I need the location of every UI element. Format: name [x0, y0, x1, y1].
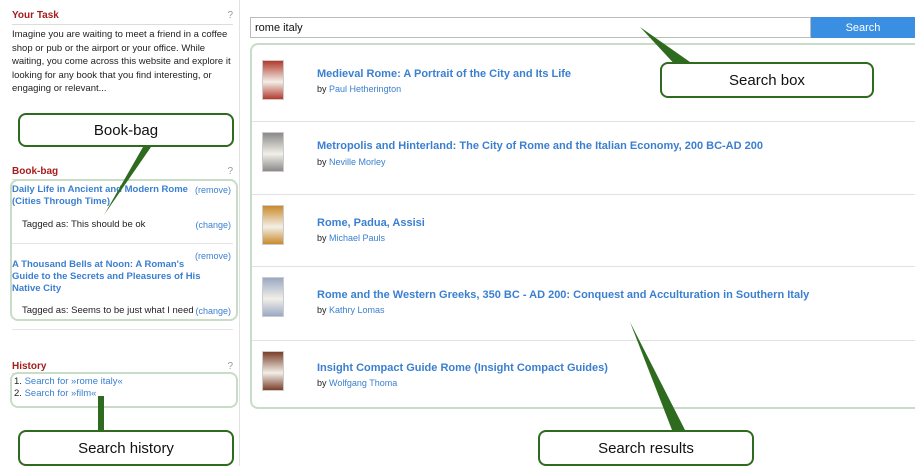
history-item: 2. Search for »film« [14, 388, 123, 400]
result-title[interactable]: Insight Compact Guide Rome (Insight Comp… [317, 362, 608, 374]
bookbag-item: Daily Life in Ancient and Modern Rome (C… [12, 184, 233, 244]
result-title[interactable]: Medieval Rome: A Portrait of the City an… [317, 68, 571, 80]
result-author-line: by Michael Pauls [317, 233, 385, 243]
history-link[interactable]: Search for »film« [25, 388, 97, 399]
divider [12, 24, 233, 25]
remove-link[interactable]: (remove) [195, 185, 231, 195]
result-author[interactable]: Michael Pauls [329, 233, 385, 243]
bookbag-title: Book-bag [12, 165, 59, 177]
result-by: by [317, 305, 327, 315]
result-author-line: by Wolfgang Thoma [317, 378, 397, 388]
history-link[interactable]: Search for »rome italy« [25, 376, 123, 387]
book-cover[interactable] [262, 132, 284, 172]
history-title: History [12, 360, 47, 372]
result-by: by [317, 378, 327, 388]
result-by: by [317, 233, 327, 243]
bookbag-header: Book-bag ? [12, 164, 233, 178]
bookbag-item-title[interactable]: Daily Life in Ancient and Modern Rome (C… [12, 184, 202, 208]
bookbag-help-icon[interactable]: ? [227, 166, 233, 177]
change-link[interactable]: (change) [195, 306, 231, 316]
bookbag-item-title[interactable]: A Thousand Bells at Noon: A Roman's Guid… [12, 259, 202, 295]
result-title[interactable]: Metropolis and Hinterland: The City of R… [317, 140, 763, 152]
result-title[interactable]: Rome, Padua, Assisi [317, 217, 425, 229]
book-cover[interactable] [262, 205, 284, 245]
search-result: Metropolis and Hinterland: The City of R… [252, 122, 915, 200]
task-description: Imagine you are waiting to meet a friend… [12, 29, 231, 94]
search-results-callout: Search results [538, 430, 754, 466]
result-author[interactable]: Paul Hetherington [329, 84, 401, 94]
history-list: 1. Search for »rome italy« 2. Search for… [14, 376, 123, 400]
result-title[interactable]: Rome and the Western Greeks, 350 BC - AD… [317, 289, 809, 301]
result-author[interactable]: Wolfgang Thoma [329, 378, 397, 388]
history-item: 1. Search for »rome italy« [14, 376, 123, 388]
bookbag-item-tag: Tagged as: This should be ok [22, 219, 146, 230]
history-header: History ? [12, 359, 233, 373]
result-author-line: by Neville Morley [317, 157, 386, 167]
result-author[interactable]: Neville Morley [329, 157, 386, 167]
result-author-line: by Paul Hetherington [317, 84, 401, 94]
book-cover[interactable] [262, 351, 284, 391]
history-item-number: 1. [14, 376, 22, 387]
change-link[interactable]: (change) [195, 220, 231, 230]
result-author-line: by Kathry Lomas [317, 305, 385, 315]
divider [12, 243, 233, 244]
bookbag-item-tag: Tagged as: Seems to be just what I need [22, 305, 194, 316]
task-help-icon[interactable]: ? [227, 10, 233, 21]
search-input[interactable] [250, 17, 811, 38]
task-title: Your Task [12, 9, 59, 21]
search-box-callout: Search box [660, 62, 874, 98]
search-history-callout: Search history [18, 430, 234, 466]
search-result: Rome and the Western Greeks, 350 BC - AD… [252, 267, 915, 345]
search-button[interactable]: Search [811, 17, 915, 38]
search-result: Insight Compact Guide Rome (Insight Comp… [252, 341, 915, 419]
search-bar: Search [250, 17, 915, 38]
history-item-number: 2. [14, 388, 22, 399]
history-help-icon[interactable]: ? [227, 361, 233, 372]
book-cover[interactable] [262, 60, 284, 100]
task-header: Your Task ? [12, 8, 233, 22]
result-by: by [317, 157, 327, 167]
bookbag-callout: Book-bag [18, 113, 234, 147]
bookbag-item: (remove) A Thousand Bells at Noon: A Rom… [12, 250, 233, 328]
result-author[interactable]: Kathry Lomas [329, 305, 385, 315]
search-result: Rome, Padua, Assisi by Michael Pauls [252, 195, 915, 273]
left-panel: Your Task ? Imagine you are waiting to m… [0, 0, 240, 466]
book-cover[interactable] [262, 277, 284, 317]
result-by: by [317, 84, 327, 94]
divider [12, 329, 233, 330]
